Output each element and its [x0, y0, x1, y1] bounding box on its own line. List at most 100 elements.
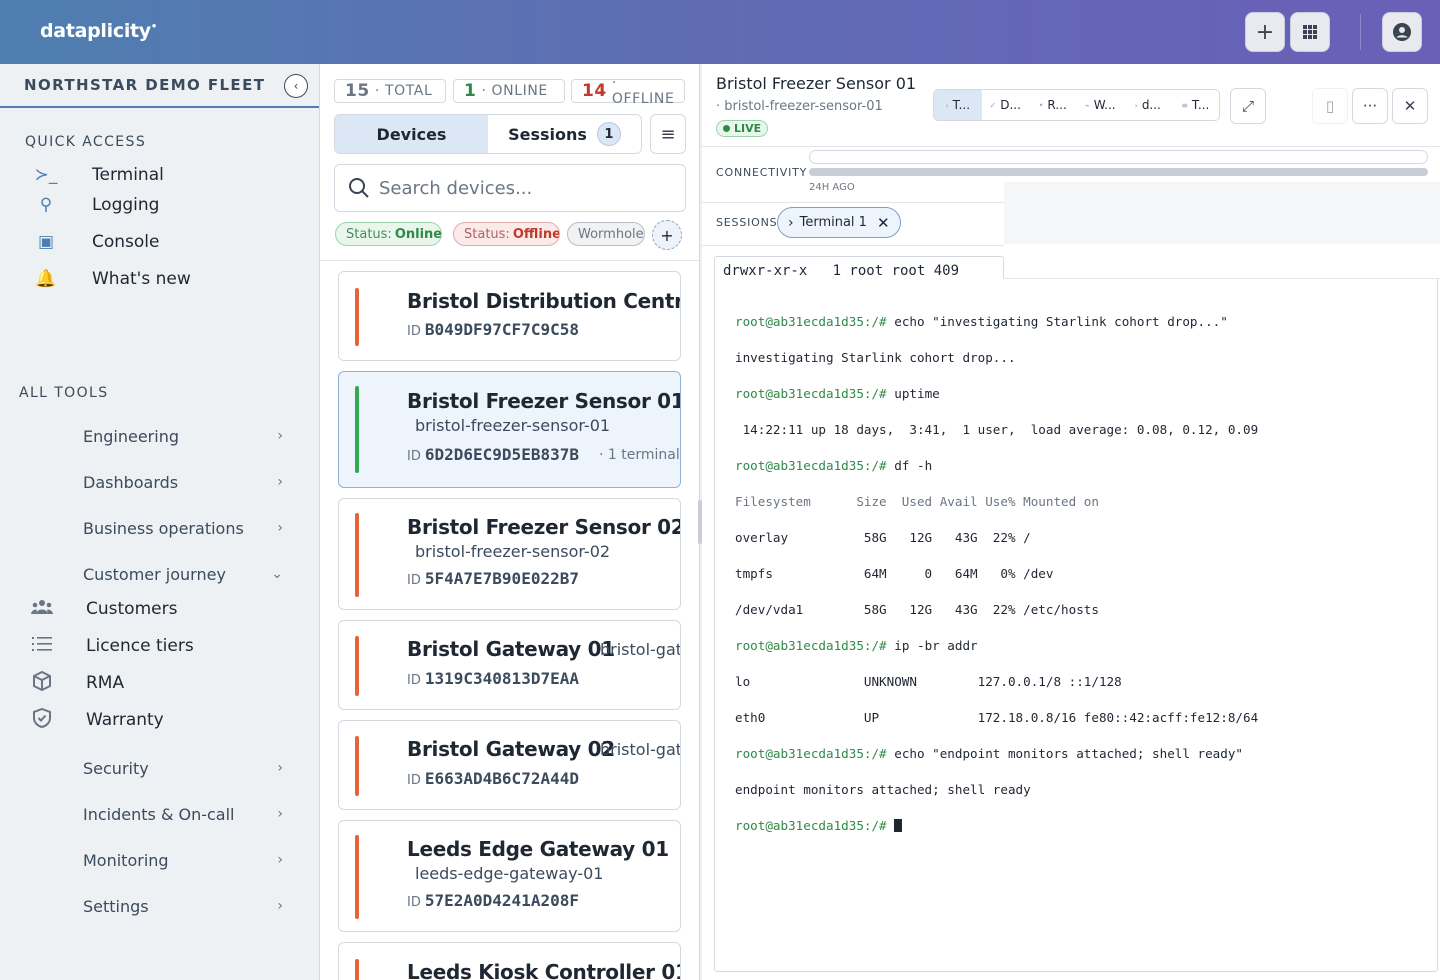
- tab-sessions-label: Sessions: [508, 124, 587, 144]
- terminal-line: 14:22:11 up 18 days, 3:41, 1 user, load …: [735, 422, 1259, 437]
- dataplicity-logo[interactable]: dataplicity•: [40, 20, 157, 42]
- sidebar-item-licence-tiers[interactable]: Licence tiers: [30, 631, 290, 661]
- expand-icon: ⤢: [1241, 97, 1254, 115]
- tab-remote[interactable]: • R...: [1029, 90, 1077, 120]
- tool-group-label: Customer journey: [83, 564, 226, 584]
- tab-terminal[interactable]: › T...: [934, 90, 982, 120]
- quick-access-title: QUICK ACCESS: [25, 134, 147, 150]
- more-button[interactable]: ···: [1352, 88, 1388, 124]
- quick-access-whats-new[interactable]: 🔔 What's new: [34, 264, 294, 294]
- device-card[interactable]: Bristol Gateway 02 bristol-gateway-02 ID…: [338, 720, 681, 810]
- list-icon: [30, 636, 54, 657]
- device-card[interactable]: Bristol Distribution Centre Depot IDB049…: [338, 271, 681, 361]
- device-list-panel: 15 · TOTAL 1 · ONLINE 14 · OFFLINE Devices …: [320, 64, 700, 980]
- device-card[interactable]: Leeds Kiosk Controller 01: [338, 942, 681, 980]
- sidebar-item-label: RMA: [86, 673, 125, 693]
- terminal-line: endpoint monitors attached; shell ready: [735, 782, 1031, 797]
- sidebar-item-warranty[interactable]: Warranty: [30, 705, 290, 735]
- status-bar: [355, 386, 359, 473]
- chevron-right-icon: ›: [945, 100, 949, 110]
- device-card[interactable]: Bristol Freezer Sensor 01 bristol-freeze…: [338, 371, 681, 488]
- sidebar-item-rma[interactable]: RMA: [30, 668, 290, 698]
- tool-group-customer-journey[interactable]: Customer journey ⌄: [83, 559, 283, 589]
- check-icon: ✓: [989, 100, 997, 110]
- fleet-name[interactable]: NORTHSTAR DEMO FLEET: [24, 76, 265, 94]
- device-name: Bristol Gateway 02: [407, 737, 615, 761]
- device-tabs: Devices Sessions 1: [334, 114, 642, 154]
- filter-chip-wormhole[interactable]: Wormhole: [567, 222, 645, 246]
- close-icon: ✕: [1403, 97, 1417, 115]
- terminal-line: lo UNKNOWN 127.0.0.1/8 ::1/128: [735, 674, 1122, 689]
- tool-group-monitoring[interactable]: Monitoring ›: [83, 845, 283, 875]
- tab-dashboard[interactable]: ✓ D...: [982, 90, 1030, 120]
- chevron-right-icon: ›: [277, 760, 283, 776]
- close-button[interactable]: ✕: [1392, 88, 1428, 124]
- terminal-line: root@ab31ecda1d35:/# echo "endpoint moni…: [735, 746, 1244, 761]
- device-card[interactable]: Leeds Edge Gateway 01 leeds-edge-gateway…: [338, 820, 681, 932]
- quick-access-terminal[interactable]: ≻_ Terminal: [34, 160, 294, 190]
- quick-access-label: Terminal: [92, 165, 164, 185]
- chevron-right-icon: ›: [277, 898, 283, 914]
- terminal-output[interactable]: root@ab31ecda1d35:/# echo "investigating…: [735, 295, 1258, 871]
- tool-group-label: Settings: [83, 896, 149, 916]
- expand-button[interactable]: ⤢: [1230, 88, 1266, 124]
- tool-group-security[interactable]: Security ›: [83, 753, 283, 783]
- tool-group-engineering[interactable]: Engineering ›: [83, 421, 283, 451]
- collapse-sidebar-button[interactable]: ‹: [284, 74, 308, 98]
- add-filter-button[interactable]: +: [652, 220, 682, 250]
- tool-group-label: Monitoring: [83, 850, 169, 870]
- chevron-right-icon: ›: [277, 520, 283, 536]
- filter-chip-online[interactable]: Status: Online: [335, 222, 442, 246]
- account-button[interactable]: [1382, 12, 1422, 52]
- terminal[interactable]: root@ab31ecda1d35:/# echo "investigating…: [714, 279, 1438, 972]
- device-slug: bristol-freezer-sensor-01: [415, 416, 611, 435]
- add-button[interactable]: +: [1245, 12, 1285, 52]
- tool-group-business-operations[interactable]: Business operations ›: [83, 513, 283, 543]
- tab-sessions[interactable]: Sessions 1: [488, 115, 641, 153]
- tab-t[interactable]: ≡ T...: [1172, 90, 1220, 120]
- offline-count[interactable]: 14 · OFFLINE: [571, 75, 685, 107]
- device-slug: bristol-freezer-sensor-02: [415, 542, 611, 561]
- tool-group-dashboards[interactable]: Dashboards ›: [83, 467, 283, 497]
- terminal-line: /dev/vda1 58G 12G 43G 22% /etc/hosts: [735, 602, 1099, 617]
- tool-group-settings[interactable]: Settings ›: [83, 891, 283, 921]
- copy-button[interactable]: ▯: [1312, 88, 1348, 124]
- tool-group-incidents[interactable]: Incidents & On-call ›: [83, 799, 283, 829]
- chevron-right-icon: ›: [1134, 100, 1138, 110]
- chevron-down-icon: ⌄: [271, 566, 283, 582]
- device-name: Leeds Kiosk Controller 01: [407, 960, 681, 980]
- session-chip-terminal-1[interactable]: › Terminal 1 ✕: [777, 207, 901, 238]
- detail-tabs: › T... ✓ D... • R... ⌁ W... › d... ≡ T...: [933, 89, 1220, 121]
- list-view-button[interactable]: ≡: [650, 114, 686, 154]
- tab-wormhole[interactable]: ⌁ W...: [1077, 90, 1125, 120]
- session-chip-label: Terminal 1: [799, 215, 867, 230]
- quick-access-logging[interactable]: ⚲ Logging: [34, 190, 294, 220]
- top-bar: dataplicity• +: [0, 0, 1440, 64]
- apps-button[interactable]: [1290, 12, 1330, 52]
- terminal-line: Filesystem Size Used Avail Use% Mounted …: [735, 494, 1099, 509]
- device-slug: bristol-gateway-01: [600, 640, 681, 659]
- chevron-right-icon: ›: [788, 214, 794, 231]
- close-icon[interactable]: ✕: [877, 214, 890, 232]
- quick-access-label: What's new: [92, 269, 191, 289]
- status-bar: [355, 288, 359, 346]
- quick-access-console[interactable]: ▣ Console: [34, 227, 294, 257]
- device-slug: bristol-gateway-02: [600, 740, 681, 759]
- tab-devices[interactable]: Devices: [335, 115, 488, 153]
- more-icon: ···: [1362, 97, 1378, 115]
- search-input[interactable]: [379, 177, 679, 199]
- device-slug: · bristol-freezer-sensor-01: [716, 99, 883, 114]
- online-count[interactable]: 1 · ONLINE: [453, 79, 565, 103]
- chevron-right-icon: ›: [277, 806, 283, 822]
- device-card[interactable]: Bristol Freezer Sensor 02 bristol-freeze…: [338, 498, 681, 610]
- tab-d[interactable]: › d...: [1124, 90, 1172, 120]
- sidebar-item-customers[interactable]: Customers: [30, 594, 290, 624]
- filter-chip-offline[interactable]: Status: Offline: [453, 222, 560, 246]
- list-divider: [320, 260, 699, 261]
- user-icon: [1393, 23, 1411, 41]
- sessions-label: SESSIONS: [716, 216, 778, 229]
- status-bar: [355, 636, 359, 696]
- device-detail-panel: Bristol Freezer Sensor 01 · bristol-free…: [702, 64, 1440, 980]
- device-card[interactable]: Bristol Gateway 01 bristol-gateway-01 ID…: [338, 620, 681, 710]
- plus-icon: +: [1255, 19, 1275, 45]
